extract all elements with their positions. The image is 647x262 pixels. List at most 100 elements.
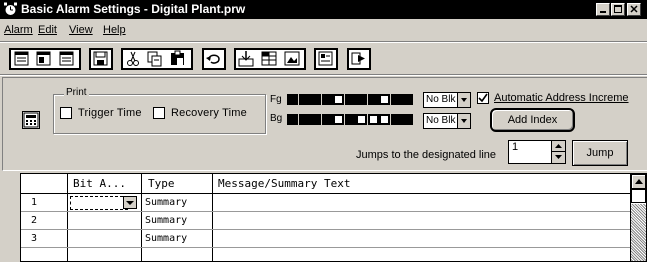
image-icon — [284, 51, 300, 66]
row-number: 1 — [31, 197, 38, 208]
row-number: 2 — [31, 215, 38, 226]
fg-row-swatch[interactable] — [402, 94, 413, 105]
row-divider — [21, 211, 631, 212]
type-cell[interactable]: Summary — [145, 194, 187, 211]
spin-down-icon[interactable] — [551, 152, 565, 163]
title-bar: Basic Alarm Settings - Digital Plant.prw — [0, 0, 647, 19]
grid-icon — [261, 51, 277, 66]
menu-separator — [0, 41, 647, 43]
undo-button[interactable] — [202, 48, 226, 70]
fg-blink-dropdown[interactable]: No Blk — [423, 92, 471, 108]
bg-row-swatch[interactable] — [344, 114, 356, 125]
run-button[interactable] — [347, 48, 371, 70]
properties-button[interactable] — [314, 48, 338, 70]
row-divider — [21, 229, 631, 230]
fg-row-swatch[interactable] — [298, 94, 310, 105]
chevron-down-icon[interactable] — [123, 196, 137, 209]
bg-row-swatch[interactable] — [287, 114, 298, 125]
header-divider — [21, 193, 631, 194]
close-button[interactable] — [627, 3, 641, 16]
import-icon — [238, 51, 254, 67]
menu-alarm[interactable]: Alarm — [4, 19, 33, 41]
bg-row-swatch[interactable] — [402, 114, 413, 125]
app-window: Basic Alarm Settings - Digital Plant.prw… — [0, 0, 647, 262]
bg-row-swatch[interactable] — [379, 114, 390, 125]
fg-row-swatch[interactable] — [321, 94, 333, 105]
save-button[interactable] — [89, 48, 113, 70]
minimize-button[interactable] — [596, 3, 610, 16]
scroll-track[interactable] — [631, 204, 646, 261]
bg-row-swatch[interactable] — [298, 114, 310, 125]
bg-row-swatch[interactable] — [390, 114, 402, 125]
type-cell[interactable]: Summary — [145, 230, 187, 247]
column-header-message[interactable]: Message/Summary Text — [218, 174, 350, 193]
save-icon — [93, 51, 108, 66]
spin-up-icon[interactable] — [551, 141, 565, 152]
jump-button[interactable]: Jump — [572, 140, 628, 166]
column-header-bit-address[interactable]: Bit A... — [73, 174, 126, 193]
fg-row-swatch[interactable] — [356, 94, 367, 105]
jump-line-value: 1 — [512, 141, 519, 153]
chevron-down-icon — [457, 114, 470, 128]
scroll-thumb[interactable] — [631, 189, 646, 203]
vertical-scrollbar[interactable] — [630, 174, 646, 261]
view-buttons-group — [9, 48, 81, 70]
maximize-button[interactable] — [611, 3, 625, 16]
col-divider — [212, 174, 213, 261]
fg-row-swatch[interactable] — [379, 94, 390, 105]
add-index-button[interactable]: Add Index — [490, 108, 575, 132]
paste-icon — [171, 50, 184, 65]
auto-address-label: Automatic Address Increme — [494, 92, 629, 104]
view-icon — [14, 51, 29, 66]
split-view-icon — [36, 51, 51, 66]
toolbar-separator — [0, 74, 647, 76]
row-number: 3 — [31, 233, 38, 244]
fg-row-swatch[interactable] — [310, 94, 321, 105]
copy-icon — [147, 51, 162, 67]
menu-bar: Alarm Edit View Help — [0, 19, 647, 41]
window-title: Basic Alarm Settings - Digital Plant.prw — [21, 2, 246, 16]
list-view-icon — [59, 51, 74, 66]
bg-label: Bg — [270, 113, 283, 124]
bg-row-swatch[interactable] — [367, 114, 379, 125]
run-icon — [351, 52, 365, 65]
chevron-down-icon — [457, 93, 470, 107]
bg-row-swatch[interactable] — [356, 114, 367, 125]
properties-icon — [318, 51, 333, 66]
type-cell[interactable]: Summary — [145, 212, 187, 229]
fg-row-swatch[interactable] — [367, 94, 379, 105]
bg-row-swatch[interactable] — [321, 114, 333, 125]
alarm-table: Bit A... Type Message/Summary Text 1 Sum… — [20, 173, 647, 262]
bg-row-swatch[interactable] — [333, 114, 344, 125]
clock-icon — [3, 2, 18, 17]
recovery-time-label: Recovery Time — [171, 107, 247, 119]
menu-view[interactable]: View — [69, 19, 93, 41]
jump-line-label: Jumps to the designated line — [356, 149, 497, 161]
bit-address-cell-editor[interactable] — [70, 196, 128, 210]
jump-line-spinner[interactable]: 1 — [508, 140, 566, 164]
col-divider — [141, 174, 142, 261]
toolbar — [0, 44, 647, 74]
clipboard-buttons-group — [121, 48, 193, 70]
recovery-time-checkbox[interactable] — [153, 107, 165, 119]
fg-row-swatch[interactable] — [333, 94, 344, 105]
trigger-time-label: Trigger Time — [78, 107, 142, 119]
col-divider — [67, 174, 68, 261]
edit-tools-group — [234, 48, 306, 70]
undo-icon — [206, 54, 220, 64]
fg-row-swatch[interactable] — [390, 94, 402, 105]
print-group-label: Print — [64, 86, 89, 100]
bg-blink-dropdown[interactable]: No Blk — [423, 113, 471, 129]
bg-row-swatch[interactable] — [310, 114, 321, 125]
fg-row-swatch[interactable] — [344, 94, 356, 105]
row-divider — [21, 247, 631, 248]
trigger-time-checkbox[interactable] — [60, 107, 72, 119]
column-header-type[interactable]: Type — [148, 174, 175, 193]
menu-edit[interactable]: Edit — [38, 19, 57, 41]
calculator-icon[interactable] — [22, 111, 40, 129]
fg-row-swatch[interactable] — [287, 94, 298, 105]
menu-help[interactable]: Help — [103, 19, 126, 41]
auto-address-checkbox[interactable] — [477, 92, 489, 104]
scroll-up-icon[interactable] — [631, 174, 646, 189]
cut-icon — [127, 51, 139, 66]
